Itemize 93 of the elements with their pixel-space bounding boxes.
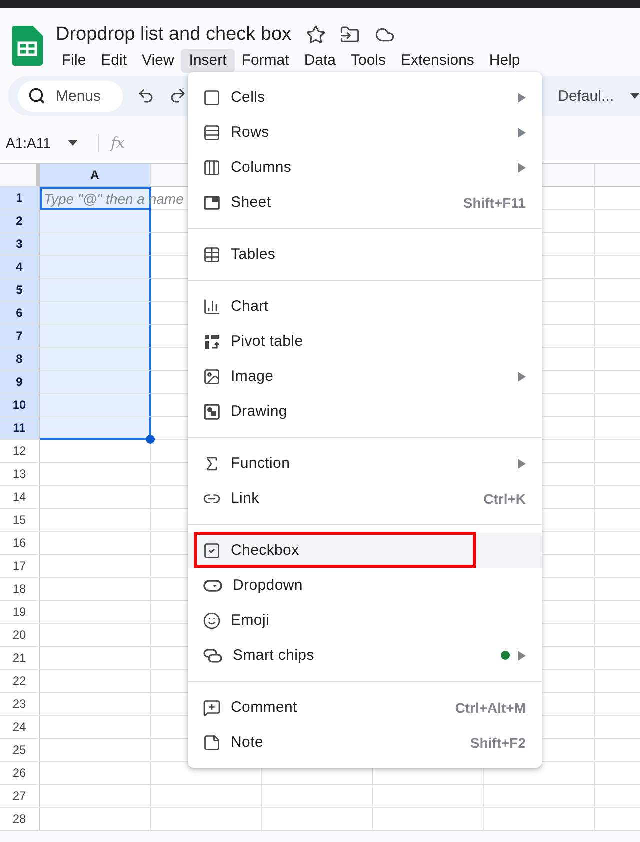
chips-icon [203, 646, 223, 664]
row-header[interactable]: 1 [0, 187, 40, 210]
row-header[interactable]: 25 [0, 739, 40, 762]
row-header[interactable]: 12 [0, 440, 40, 463]
shortcut-label: Ctrl+Alt+M [455, 700, 526, 716]
row-header[interactable]: 16 [0, 532, 40, 555]
menu-item[interactable]: Dropdown [188, 568, 542, 603]
row-header[interactable]: 17 [0, 555, 40, 578]
menu-bar-item[interactable]: View [134, 49, 182, 73]
row-header[interactable]: 19 [0, 601, 40, 624]
row-header[interactable]: 21 [0, 647, 40, 670]
menu-item[interactable]: Drawing [188, 394, 542, 429]
drawing-icon [203, 402, 221, 420]
pivot-table-icon [203, 332, 221, 350]
row-header[interactable]: 27 [0, 785, 40, 808]
rows-icon [203, 124, 221, 142]
row-header[interactable]: 18 [0, 578, 40, 601]
row-header[interactable]: 9 [0, 371, 40, 394]
row-header[interactable]: 4 [0, 256, 40, 279]
menu-bar-item[interactable]: Data [296, 49, 344, 73]
row-header[interactable]: 13 [0, 463, 40, 486]
star-icon[interactable] [306, 25, 326, 45]
row-header[interactable]: 14 [0, 486, 40, 509]
search-icon [28, 87, 46, 105]
submenu-arrow-icon [518, 650, 526, 660]
menu-item[interactable]: Link Ctrl+K [188, 481, 542, 516]
menu-item[interactable]: Function [188, 446, 542, 481]
caret-icon [630, 93, 640, 99]
submenu-arrow-icon [518, 372, 526, 382]
move-folder-icon[interactable] [340, 25, 360, 45]
menu-item[interactable]: Emoji [188, 603, 542, 638]
comment-icon [203, 698, 221, 716]
name-box[interactable]: A1:A11 [6, 135, 68, 151]
row-header[interactable]: 23 [0, 693, 40, 716]
smiley-icon [203, 612, 221, 630]
image-icon [203, 368, 221, 386]
row-header[interactable]: 24 [0, 716, 40, 739]
row-header[interactable]: 26 [0, 762, 40, 785]
note-icon [203, 734, 221, 752]
menu-item[interactable]: Pivot table [188, 324, 542, 359]
menu-item[interactable]: Rows [188, 115, 542, 150]
document-title[interactable]: Dropdrop list and check box [55, 24, 292, 46]
row-header[interactable]: 22 [0, 670, 40, 693]
undo-icon[interactable] [137, 87, 156, 105]
caret-icon [68, 140, 78, 146]
menu-item[interactable]: Checkbox [188, 533, 542, 568]
menu-bar-item[interactable]: File [54, 49, 94, 73]
fill-handle[interactable] [146, 435, 155, 444]
search-field[interactable]: Menus [18, 80, 124, 112]
menu-bar-item[interactable]: Help [481, 49, 528, 73]
sheet-icon [203, 194, 221, 212]
shortcut-label: Shift+F2 [470, 734, 526, 750]
redo-icon[interactable] [169, 87, 188, 105]
table-icon [203, 246, 221, 264]
row-header[interactable]: 2 [0, 210, 40, 233]
shortcut-label: Shift+F11 [463, 194, 526, 210]
menu-item[interactable]: Sheet Shift+F11 [188, 185, 542, 220]
row-header[interactable]: 10 [0, 394, 40, 417]
submenu-arrow-icon [518, 128, 526, 138]
menu-bar-item[interactable]: Edit [93, 49, 136, 73]
function-label: fx [98, 134, 126, 152]
menu-item[interactable]: Smart chips [188, 638, 542, 673]
submenu-arrow-icon [518, 162, 526, 172]
menu-bar-item[interactable]: Format [234, 49, 298, 73]
row-header[interactable]: 15 [0, 509, 40, 532]
menu-item[interactable]: Cells [188, 80, 542, 115]
spreadsheet-logo[interactable] [12, 26, 43, 66]
menu-bar-item[interactable]: Insert [181, 49, 235, 73]
menu-bar-item[interactable]: Tools [343, 49, 394, 73]
menu-item[interactable]: Tables [188, 237, 542, 272]
chart-icon [203, 298, 221, 316]
menu-item[interactable]: Chart [188, 289, 542, 324]
columns-icon [203, 158, 221, 176]
row-header[interactable]: 28 [0, 808, 40, 831]
submenu-arrow-icon [518, 458, 526, 468]
row-header[interactable]: 5 [0, 279, 40, 302]
row-header[interactable]: 7 [0, 325, 40, 348]
column-header[interactable]: A [40, 164, 151, 187]
row-header[interactable]: 8 [0, 348, 40, 371]
font-select[interactable]: Defaul... [558, 88, 614, 104]
row-header[interactable]: 11 [0, 417, 40, 440]
row-header[interactable]: 6 [0, 302, 40, 325]
menu-item[interactable]: Image [188, 359, 542, 394]
checkbox-icon [203, 542, 221, 560]
submenu-arrow-icon [518, 92, 526, 102]
menu-item[interactable]: Note Shift+F2 [188, 725, 542, 760]
menu-bar-item[interactable]: Extensions [393, 49, 482, 73]
square-icon [203, 88, 221, 106]
shortcut-label: Ctrl+K [484, 490, 526, 506]
row-header[interactable]: 3 [0, 233, 40, 256]
row-header[interactable]: 20 [0, 624, 40, 647]
menu-item[interactable]: Comment Ctrl+Alt+M [188, 690, 542, 725]
menu-item[interactable]: Columns [188, 150, 542, 185]
